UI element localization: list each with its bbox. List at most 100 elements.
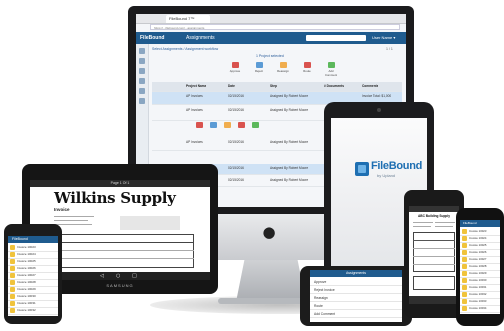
- folder-icon: [462, 257, 467, 262]
- gear-icon[interactable]: [139, 98, 145, 104]
- route-icon[interactable]: [238, 122, 245, 128]
- viewer-titlebar: Page 1 Of 1: [30, 180, 210, 187]
- folder-icon: [462, 236, 467, 241]
- phone-mid-screen: ABC Building Supply: [409, 206, 459, 304]
- row-project: AP Invoices: [186, 94, 203, 98]
- search-icon[interactable]: [139, 58, 145, 64]
- approve-icon[interactable]: [196, 122, 203, 128]
- doc-line: [54, 224, 92, 225]
- home-icon[interactable]: [139, 48, 145, 54]
- folder-icon: [462, 250, 467, 255]
- app-logo[interactable]: FileBound: [140, 34, 164, 42]
- assignment-icon[interactable]: [139, 78, 145, 84]
- doc-line: [54, 258, 194, 259]
- doc-line: [413, 226, 431, 227]
- list-item[interactable]: Invoice 10034: [460, 305, 500, 313]
- list-item[interactable]: Invoice 10032: [8, 307, 58, 315]
- app-header: FileBound Assignments User Name ▾: [136, 32, 406, 44]
- route-icon[interactable]: [304, 62, 311, 68]
- doc-line: [54, 216, 94, 217]
- user-menu[interactable]: User Name ▾: [372, 34, 395, 42]
- status-bar: [409, 206, 459, 212]
- search-input[interactable]: [306, 35, 366, 41]
- comment-icon[interactable]: [328, 62, 335, 68]
- reassign-icon[interactable]: [280, 62, 287, 68]
- filebound-logo-inner: [358, 165, 366, 173]
- splash-brand: FileBound: [371, 160, 423, 172]
- list-item-label: Invoice 10026: [17, 266, 36, 270]
- doc-line: [413, 240, 455, 241]
- header-step[interactable]: Step: [270, 82, 277, 91]
- imac-stand: [236, 260, 306, 302]
- menu-item[interactable]: Add Comment: [310, 310, 402, 318]
- phone-left-title: FileBound: [12, 237, 28, 241]
- apple-logo-icon: ●: [262, 223, 276, 241]
- list-item-label: Invoice 10033: [469, 299, 487, 303]
- phone-right-title: FileBound: [463, 221, 477, 225]
- folder-icon: [10, 273, 15, 278]
- comment-icon[interactable]: [252, 122, 259, 128]
- list-item-label: Invoice 10026: [469, 250, 487, 254]
- phone-landscape-appbar: Assignments: [310, 270, 402, 277]
- row-comment: Invoice Total: $1,000: [362, 94, 392, 98]
- list-item-label: Invoice 10028: [17, 280, 36, 284]
- list-item-label: Invoice 10029: [17, 287, 36, 291]
- folder-icon: [10, 266, 15, 271]
- page-title: Assignments: [186, 35, 215, 41]
- doc-line: [54, 220, 88, 221]
- row-actions: [196, 122, 316, 136]
- folder-icon[interactable]: [139, 68, 145, 74]
- list-item-label: Invoice 10027: [17, 273, 36, 277]
- header-docs[interactable]: # Documents: [324, 82, 344, 91]
- menu-item[interactable]: Reassign: [310, 294, 402, 302]
- row-step: Assigned By Robert Moore: [270, 94, 309, 98]
- document-company-name: Wilkins Supply: [54, 189, 176, 207]
- phone-landscape-screen: Assignments Approve Reject Invoice Reass…: [310, 270, 402, 322]
- browser-tab[interactable]: FileBound 7™: [166, 15, 210, 23]
- folder-icon: [462, 306, 467, 311]
- reject-icon[interactable]: [210, 122, 217, 128]
- row-step: Assigned By Robert Moore: [270, 140, 309, 144]
- list-item-label: Invoice 10029: [469, 271, 487, 275]
- folder-icon: [462, 271, 467, 276]
- table-header: Project Name Date Step # Documents Comme…: [152, 82, 402, 92]
- splash-tagline: by Upland: [377, 173, 396, 178]
- reject-icon[interactable]: [256, 62, 263, 68]
- pager[interactable]: 1 / 1: [386, 47, 393, 51]
- row-date: 02/15/2016: [228, 94, 244, 98]
- list-item-label: Invoice 10025: [17, 259, 36, 263]
- row-step: Assigned By Robert Moore: [270, 178, 309, 182]
- header-comments[interactable]: Comments: [362, 82, 378, 91]
- doc-line: [413, 222, 433, 223]
- list-item-label: Invoice 10025: [469, 243, 487, 247]
- folder-icon: [10, 280, 15, 285]
- viewer-toolbar: [409, 296, 459, 304]
- row-step: Assigned By Robert Moore: [270, 166, 309, 170]
- row-date: 02/15/2016: [228, 178, 244, 182]
- folder-icon: [10, 252, 15, 257]
- address-bar[interactable]: https://...filebound.com/...assignments: [150, 24, 400, 30]
- recent-apps-icon[interactable]: □: [132, 272, 137, 280]
- reassign-icon[interactable]: [224, 122, 231, 128]
- breadcrumb[interactable]: Select Assignments / Assignment workflow: [152, 47, 218, 51]
- menu-item[interactable]: Approve: [310, 278, 402, 286]
- list-item-label: Invoice 10024: [17, 252, 36, 256]
- menu-item[interactable]: Reject Invoice: [310, 286, 402, 294]
- approve-icon[interactable]: [232, 62, 239, 68]
- comment-label: Add Comment: [324, 69, 338, 77]
- header-project[interactable]: Project Name: [186, 82, 206, 91]
- doc-address-block: [120, 216, 180, 230]
- folder-icon: [462, 264, 467, 269]
- report-icon[interactable]: [139, 88, 145, 94]
- phone-left-screen: FileBound Invoice 10023 Invoice 10024 In…: [8, 236, 58, 316]
- home-icon[interactable]: ○: [116, 272, 120, 280]
- doc-line: [413, 248, 455, 249]
- menu-item[interactable]: Route: [310, 302, 402, 310]
- folder-icon: [462, 285, 467, 290]
- tablet-brand: SAMSUNG: [106, 283, 134, 288]
- row-project: AP Invoices: [186, 108, 203, 112]
- header-date[interactable]: Date: [228, 82, 235, 91]
- folder-icon: [10, 308, 15, 313]
- back-icon[interactable]: ◁: [100, 272, 104, 280]
- folder-icon: [10, 294, 15, 299]
